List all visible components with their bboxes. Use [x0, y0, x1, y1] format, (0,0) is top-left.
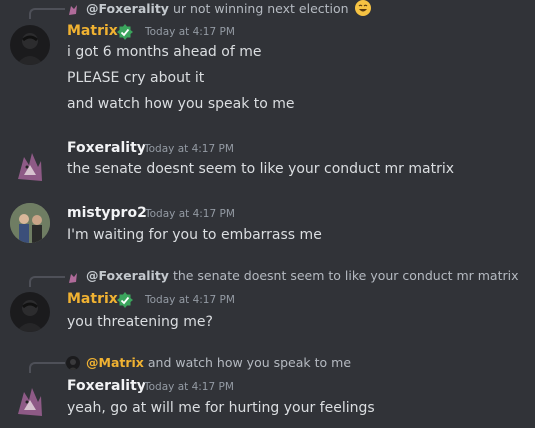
message-text: the senate doesnt seem to like your cond… — [67, 161, 455, 177]
role-badge-icon[interactable] — [116, 291, 134, 309]
reply-preview[interactable]: @Matrix and watch how you speak to me — [86, 355, 351, 370]
message-text: PLEASE cry about it — [67, 70, 205, 86]
message-text: yeah, go at will me for hurting your fee… — [67, 400, 375, 416]
reply-author[interactable]: @Foxerality — [86, 268, 169, 283]
reply-author[interactable]: @Matrix — [86, 355, 144, 370]
message-text: and watch how you speak to me — [67, 96, 295, 112]
user-avatar[interactable] — [10, 380, 50, 420]
timestamp[interactable]: Today at 4:17 PM — [145, 294, 235, 306]
timestamp[interactable]: Today at 4:17 PM — [144, 381, 234, 393]
author-name[interactable]: Foxerality — [67, 378, 146, 394]
reply-text: and watch how you speak to me — [147, 355, 352, 370]
author-name[interactable]: Matrix — [67, 291, 118, 307]
message-text: I'm waiting for you to embarrass me — [67, 227, 322, 243]
author-name[interactable]: mistypro2 — [67, 205, 147, 221]
laughing-emoji-icon — [354, 0, 371, 16]
user-avatar[interactable] — [10, 203, 50, 243]
user-avatar[interactable] — [10, 25, 50, 65]
message-text: i got 6 months ahead of me — [67, 44, 262, 60]
timestamp[interactable]: Today at 4:17 PM — [145, 208, 235, 220]
user-avatar[interactable] — [10, 145, 50, 185]
reply-text: ur not winning next election — [172, 1, 349, 16]
reply-preview[interactable]: @Foxerality the senate doesnt seem to li… — [86, 268, 519, 283]
timestamp[interactable]: Today at 4:17 PM — [144, 143, 234, 155]
reply-spine — [29, 362, 65, 373]
user-avatar[interactable] — [10, 292, 50, 332]
reply-text: the senate doesnt seem to like your cond… — [172, 268, 519, 283]
reply-preview[interactable]: @Foxerality ur not winning next election — [86, 0, 371, 16]
reply-avatar[interactable] — [66, 356, 80, 370]
reply-author[interactable]: @Foxerality — [86, 1, 169, 16]
reply-spine — [29, 276, 65, 287]
role-badge-icon[interactable] — [116, 23, 134, 41]
timestamp[interactable]: Today at 4:17 PM — [145, 26, 235, 38]
reply-avatar[interactable] — [66, 2, 80, 16]
message-text: you threatening me? — [67, 314, 213, 330]
reply-spine — [29, 8, 65, 19]
author-name[interactable]: Matrix — [67, 23, 118, 39]
reply-avatar[interactable] — [66, 270, 80, 284]
author-name[interactable]: Foxerality — [67, 140, 146, 156]
